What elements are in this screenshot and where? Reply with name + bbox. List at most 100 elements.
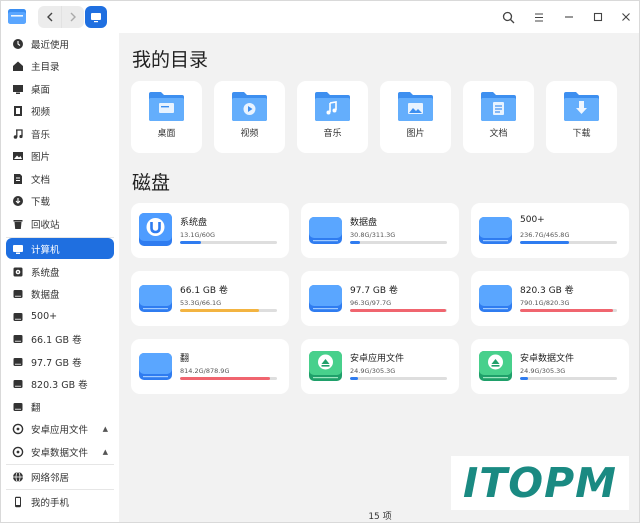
desktop-icon bbox=[11, 82, 25, 96]
dir-label: 文档 bbox=[489, 129, 508, 139]
sidebar-item-66gb-volume[interactable]: 66.1 GB 卷 bbox=[6, 328, 114, 349]
sidebar-item-my-phone[interactable]: 我的手机 bbox=[6, 491, 114, 512]
disk-card-android-app[interactable]: 安卓应用文件 24.9G/305.3G bbox=[301, 339, 459, 394]
computer-view-button[interactable] bbox=[85, 6, 107, 28]
dir-card-music[interactable]: 音乐 bbox=[297, 81, 368, 153]
dir-card-desktop[interactable]: 桌面 bbox=[131, 81, 202, 153]
sidebar-item-network[interactable]: 网络邻居 bbox=[6, 466, 114, 487]
chevron-left-icon[interactable] bbox=[38, 6, 61, 28]
eject-icon[interactable]: ▲ bbox=[103, 425, 108, 433]
dir-label: 音乐 bbox=[323, 129, 342, 139]
disk-icon bbox=[139, 353, 172, 380]
disk-usage-bar bbox=[180, 241, 277, 244]
disk-usage-fill bbox=[520, 309, 614, 312]
disk-card-97gb[interactable]: 97.7 GB 卷 96.3G/97.7G bbox=[301, 271, 459, 326]
dir-card-pictures[interactable]: 图片 bbox=[380, 81, 451, 153]
sidebar-item-documents[interactable]: 文档 bbox=[6, 168, 114, 189]
chevron-right-icon[interactable] bbox=[61, 6, 84, 28]
disk-name: 97.7 GB 卷 bbox=[350, 286, 398, 296]
drive-icon bbox=[11, 355, 25, 369]
disk-name: 820.3 GB 卷 bbox=[520, 286, 574, 296]
disk-name: 安卓数据文件 bbox=[520, 354, 575, 364]
sidebar-item-video[interactable]: 视频 bbox=[6, 100, 114, 121]
sidebar-item-fan-disk[interactable]: 翻 bbox=[6, 396, 114, 417]
disk-card-66gb[interactable]: 66.1 GB 卷 53.3G/66.1G bbox=[131, 271, 289, 326]
sidebar-item-label: 图片 bbox=[31, 151, 51, 163]
disk-card-data[interactable]: 数据盘 30.8G/311.3G bbox=[301, 203, 459, 258]
drive-icon bbox=[11, 400, 25, 414]
sidebar-item-downloads[interactable]: 下载 bbox=[6, 190, 114, 211]
download-icon bbox=[11, 194, 25, 208]
eject-icon[interactable]: ▲ bbox=[103, 448, 108, 456]
monitor-icon bbox=[91, 12, 101, 22]
dir-card-documents[interactable]: 文档 bbox=[463, 81, 534, 153]
sidebar-item-recent[interactable]: 最近使用 bbox=[6, 33, 114, 54]
sidebar-item-label: 最近使用 bbox=[31, 39, 70, 51]
sidebar-item-computer[interactable]: 计算机 bbox=[6, 238, 114, 259]
sidebar-item-label: 系统盘 bbox=[31, 267, 60, 279]
sidebar-item-home[interactable]: 主目录 bbox=[6, 55, 114, 76]
video-folder-icon bbox=[232, 92, 267, 121]
sidebar-item-label: 文档 bbox=[31, 174, 51, 186]
disk-size: 24.9G/305.3G bbox=[520, 367, 566, 375]
sidebar-item-97gb-volume[interactable]: 97.7 GB 卷 bbox=[6, 351, 114, 372]
android-disk-icon bbox=[479, 351, 512, 381]
dir-label: 桌面 bbox=[157, 129, 176, 139]
navigation-buttons bbox=[38, 6, 84, 28]
disk-size: 13.1G/60G bbox=[180, 231, 216, 239]
disk-name: 66.1 GB 卷 bbox=[180, 286, 228, 296]
main-content: 我的目录 桌面 视频 音乐 图片 文档 下载 磁盘 系统盘 13.1G/60G … bbox=[119, 33, 639, 522]
disk-size: 30.8G/311.3G bbox=[350, 231, 396, 239]
music-folder-icon bbox=[315, 92, 350, 121]
picture-folder-icon bbox=[398, 92, 433, 121]
disk-size: 814.2G/878.9G bbox=[180, 367, 230, 375]
sidebar-item-500[interactable]: 500+ bbox=[6, 306, 114, 327]
disk-usage-bar bbox=[350, 377, 447, 380]
hamburger-menu-icon[interactable] bbox=[529, 7, 549, 27]
disk-usage-fill bbox=[180, 309, 259, 312]
home-icon bbox=[11, 59, 25, 73]
sidebar-item-system-disk[interactable]: 系统盘 bbox=[6, 261, 114, 282]
disk-name: 系统盘 bbox=[180, 218, 208, 228]
sidebar-item-music[interactable]: 音乐 bbox=[6, 123, 114, 144]
disks-title: 磁盘 bbox=[132, 172, 171, 194]
drive-icon bbox=[11, 310, 25, 324]
disk-card-fan[interactable]: 翻 814.2G/878.9G bbox=[131, 339, 289, 394]
minimize-icon[interactable] bbox=[559, 7, 579, 27]
sidebar-item-trash[interactable]: 回收站 bbox=[6, 213, 114, 234]
sidebar-item-pictures[interactable]: 图片 bbox=[6, 145, 114, 166]
sidebar-item-label: 我的手机 bbox=[31, 497, 70, 509]
dir-card-video[interactable]: 视频 bbox=[214, 81, 285, 153]
disk-usage-bar bbox=[180, 377, 277, 380]
sidebar-item-label: 桌面 bbox=[31, 84, 51, 96]
maximize-icon[interactable] bbox=[588, 7, 608, 27]
disk-card-system[interactable]: 系统盘 13.1G/60G bbox=[131, 203, 289, 258]
disk-icon bbox=[479, 285, 512, 312]
android-disk-icon bbox=[309, 351, 342, 381]
disk-card-android-data[interactable]: 安卓数据文件 24.9G/305.3G bbox=[471, 339, 629, 394]
sidebar-item-label: 网络邻居 bbox=[31, 472, 70, 484]
drive-icon bbox=[11, 287, 25, 301]
sidebar-item-android-data-files[interactable]: 安卓数据文件 ▲ bbox=[6, 441, 114, 462]
sidebar-item-label: 安卓数据文件 bbox=[31, 447, 89, 459]
disk-usage-fill bbox=[520, 377, 528, 380]
disk-usage-bar bbox=[180, 309, 277, 312]
sidebar-item-820gb-volume[interactable]: 820.3 GB 卷 bbox=[6, 373, 114, 394]
sidebar-item-android-app-files[interactable]: 安卓应用文件 ▲ bbox=[6, 418, 114, 439]
sidebar-item-desktop[interactable]: 桌面 bbox=[6, 78, 114, 99]
sidebar-item-data-disk[interactable]: 数据盘 bbox=[6, 283, 114, 304]
music-icon bbox=[11, 127, 25, 141]
disk-card-820gb[interactable]: 820.3 GB 卷 790.1G/820.3G bbox=[471, 271, 629, 326]
sidebar-item-label: 计算机 bbox=[31, 244, 60, 256]
disk-card-500[interactable]: 500+ 236.7G/465.8G bbox=[471, 203, 629, 258]
disk-usage-fill bbox=[180, 241, 202, 244]
drive-icon bbox=[11, 377, 25, 391]
disk-size: 236.7G/465.8G bbox=[520, 231, 570, 239]
dir-card-downloads[interactable]: 下载 bbox=[546, 81, 617, 153]
search-icon[interactable] bbox=[498, 7, 518, 27]
disk-name: 安卓应用文件 bbox=[350, 354, 405, 364]
close-icon[interactable] bbox=[616, 7, 636, 27]
disk-usage-bar bbox=[520, 377, 617, 380]
trash-icon bbox=[11, 217, 25, 231]
sidebar-item-label: 翻 bbox=[31, 402, 41, 414]
